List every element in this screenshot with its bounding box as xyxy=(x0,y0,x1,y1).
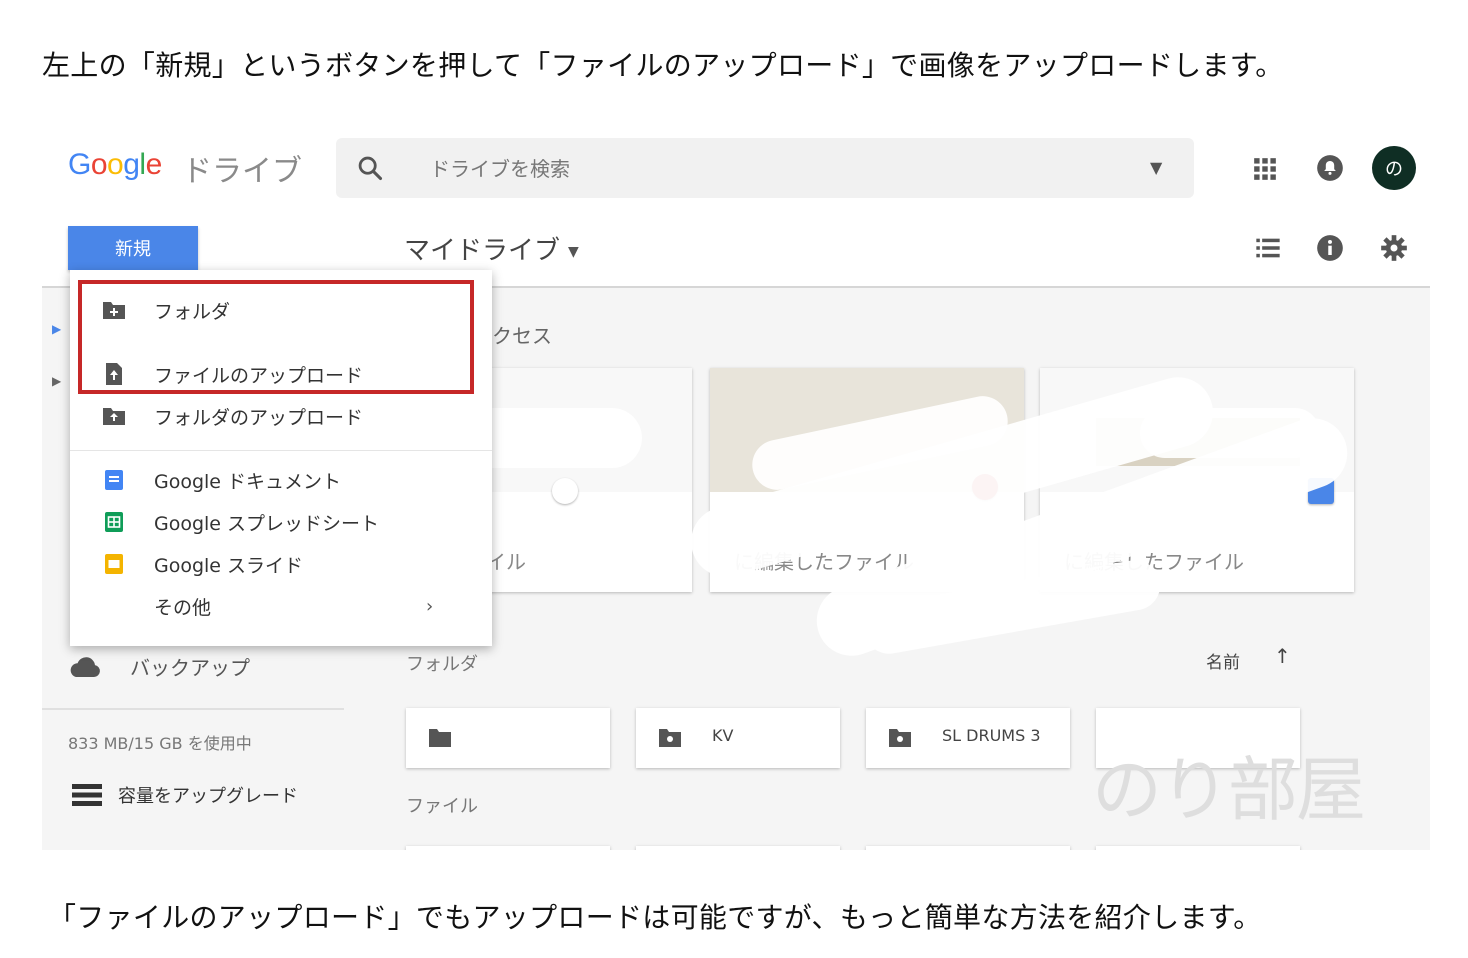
file-item[interactable] xyxy=(1096,846,1300,850)
info-icon[interactable] xyxy=(1316,234,1344,262)
folder-item[interactable]: SL DRUMS 3 xyxy=(866,708,1070,768)
menu-item-google-docs[interactable]: Google ドキュメント xyxy=(70,460,492,500)
file-item[interactable] xyxy=(636,846,840,850)
chevron-right-icon: › xyxy=(426,595,434,617)
storage-usage: 833 MB/15 GB を使用中 xyxy=(68,734,252,753)
cloud-icon xyxy=(70,656,100,677)
folder-name: SL DRUMS 3 xyxy=(942,726,1041,745)
menu-divider xyxy=(70,450,492,451)
quick-access-label: クセス xyxy=(492,324,552,348)
shared-folder-icon xyxy=(659,729,681,747)
google-sheets-icon xyxy=(105,512,123,532)
sidebar-item-label: バックアップ xyxy=(130,656,250,680)
logo-letter: o xyxy=(90,148,108,181)
notifications-icon[interactable] xyxy=(1316,154,1344,182)
file-upload-icon xyxy=(106,363,122,385)
shared-folder-icon xyxy=(889,729,911,747)
files-section-label: ファイル xyxy=(406,796,478,817)
expand-arrow-icon[interactable]: ▶ xyxy=(52,374,61,388)
apps-grid-icon[interactable] xyxy=(1252,156,1278,182)
google-logo[interactable]: Google xyxy=(68,148,162,182)
menu-item-google-sheets[interactable]: Google スプレッドシート xyxy=(70,502,492,542)
new-menu-dropdown: フォルダ ファイルのアップロード フォルダのアップロード Google ドキュメ… xyxy=(70,270,492,646)
logo-letter: e xyxy=(145,148,163,181)
product-name: ドライブ xyxy=(182,154,302,189)
folder-icon xyxy=(429,729,451,747)
folder-upload-icon xyxy=(103,408,125,425)
chevron-down-icon: ▼ xyxy=(568,243,579,260)
sidebar-item-backup[interactable]: バックアップ xyxy=(68,652,250,681)
caption-top: 左上の「新規」というボタンを押して「ファイルのアップロード」で画像をアップロード… xyxy=(42,49,1284,82)
menu-item-folder[interactable]: フォルダ xyxy=(70,290,492,330)
menu-item-label: その他 xyxy=(154,596,212,619)
menu-item-folder-upload[interactable]: フォルダのアップロード xyxy=(70,396,492,436)
menu-item-google-slides[interactable]: Google スライド xyxy=(70,544,492,584)
search-options-icon[interactable]: ▼ xyxy=(1150,158,1162,177)
expand-arrow-icon[interactable]: ▶ xyxy=(52,322,61,336)
drive-screenshot: Google ドライブ ▼ の 新規 マイドライブ ▼ ▶ ▶ バックアップ 83… xyxy=(42,122,1430,850)
list-view-icon[interactable] xyxy=(1254,234,1282,262)
my-drive-label: マイドライブ xyxy=(404,236,561,266)
menu-item-label: ファイルのアップロード xyxy=(154,364,364,387)
caption-bottom: 「ファイルのアップロード」でもアップロードは可能ですが、もっと簡単な方法を紹介し… xyxy=(48,901,1262,934)
account-avatar[interactable]: の xyxy=(1372,146,1416,190)
new-folder-icon xyxy=(103,302,125,319)
settings-gear-icon[interactable] xyxy=(1380,234,1408,262)
upgrade-label: 容量をアップグレード xyxy=(118,786,298,807)
search-input[interactable] xyxy=(428,152,1092,186)
folder-name: KV xyxy=(712,726,734,745)
my-drive-menu[interactable]: マイドライブ ▼ xyxy=(404,230,579,267)
file-item[interactable] xyxy=(866,846,1070,850)
menu-item-label: Google スプレッドシート xyxy=(154,512,380,535)
menu-item-label: フォルダのアップロード xyxy=(154,406,364,429)
sort-by-name[interactable]: 名前 xyxy=(1206,648,1240,673)
watermark: のり部屋 xyxy=(1092,749,1366,831)
logo-letter: o xyxy=(107,148,124,181)
new-button[interactable]: 新規 xyxy=(68,226,198,270)
menu-item-label: Google スライド xyxy=(154,554,304,577)
folder-item[interactable] xyxy=(406,708,610,768)
folders-section-label: フォルダ xyxy=(406,654,478,675)
menu-item-label: Google ドキュメント xyxy=(154,470,342,493)
sidebar-divider xyxy=(42,708,344,710)
menu-item-more[interactable]: その他 › xyxy=(70,586,492,626)
drive-header: Google ドライブ ▼ の 新規 マイドライブ ▼ xyxy=(42,122,1430,288)
logo-letter: G xyxy=(68,148,91,181)
google-docs-icon xyxy=(105,470,123,490)
google-slides-icon xyxy=(105,554,123,574)
search-icon[interactable] xyxy=(356,154,384,182)
folder-item[interactable]: KV xyxy=(636,708,840,768)
logo-letter: g xyxy=(123,148,140,181)
storage-icon xyxy=(72,784,102,806)
search-bar[interactable]: ▼ xyxy=(336,138,1194,198)
menu-item-label: フォルダ xyxy=(154,300,231,323)
sort-ascending-icon[interactable]: ↑ xyxy=(1274,644,1291,668)
file-item[interactable] xyxy=(406,846,610,850)
upgrade-storage-link[interactable]: 容量をアップグレード xyxy=(72,782,298,808)
menu-item-file-upload[interactable]: ファイルのアップロード xyxy=(70,354,492,394)
file-type-icon xyxy=(552,478,578,504)
